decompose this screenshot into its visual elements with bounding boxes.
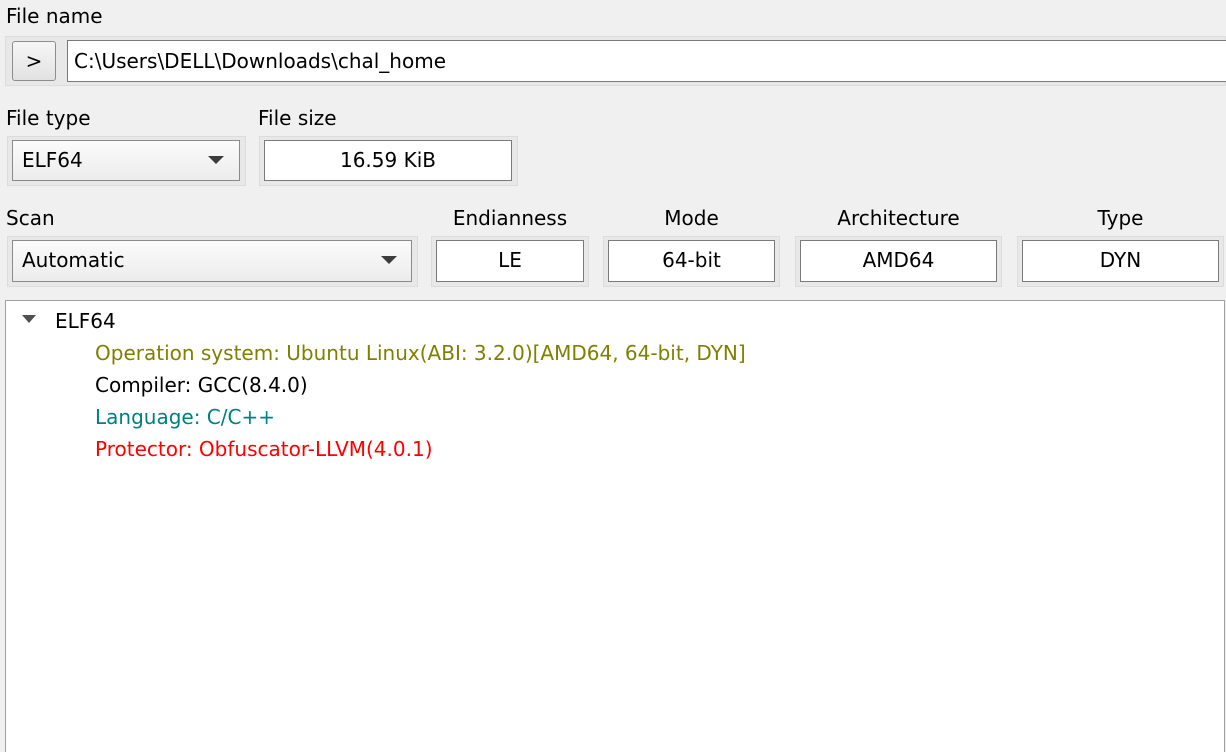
tree-item-language[interactable]: Language: C/C++	[95, 404, 275, 430]
browse-button[interactable]: >	[12, 41, 56, 81]
mode-label: Mode	[664, 206, 719, 230]
expand-triangle-icon[interactable]	[22, 315, 36, 323]
results-tree[interactable]: ELF64 Operation system: Ubuntu Linux(ABI…	[5, 300, 1225, 752]
tree-item-protector[interactable]: Protector: Obfuscator-LLVM(4.0.1)	[95, 436, 433, 462]
scan-select[interactable]: Automatic	[12, 240, 412, 282]
mode-value: 64-bit	[608, 240, 775, 282]
file-type-select[interactable]: ELF64	[12, 140, 240, 181]
file-path-input[interactable]: C:\Users\DELL\Downloads\chal_home	[67, 40, 1226, 82]
endianness-value: LE	[436, 240, 584, 282]
file-type-label: File type	[6, 106, 91, 130]
scan-label: Scan	[6, 206, 55, 230]
chevron-down-icon[interactable]	[208, 156, 224, 164]
file-size-label: File size	[258, 106, 337, 130]
tree-item-operation-system[interactable]: Operation system: Ubuntu Linux(ABI: 3.2.…	[95, 340, 746, 366]
tree-item-compiler[interactable]: Compiler: GCC(8.4.0)	[95, 372, 308, 398]
tree-root-node[interactable]: ELF64	[55, 308, 116, 334]
architecture-label: Architecture	[837, 206, 960, 230]
type-label: Type	[1097, 206, 1144, 230]
endianness-label: Endianness	[452, 206, 568, 230]
type-value: DYN	[1022, 240, 1219, 282]
file-name-label: File name	[6, 4, 103, 28]
file-size-value: 16.59 KiB	[264, 140, 512, 181]
file-type-value: ELF64	[22, 148, 83, 172]
architecture-value: AMD64	[800, 240, 997, 282]
scan-value: Automatic	[22, 248, 125, 272]
chevron-down-icon[interactable]	[381, 256, 397, 264]
